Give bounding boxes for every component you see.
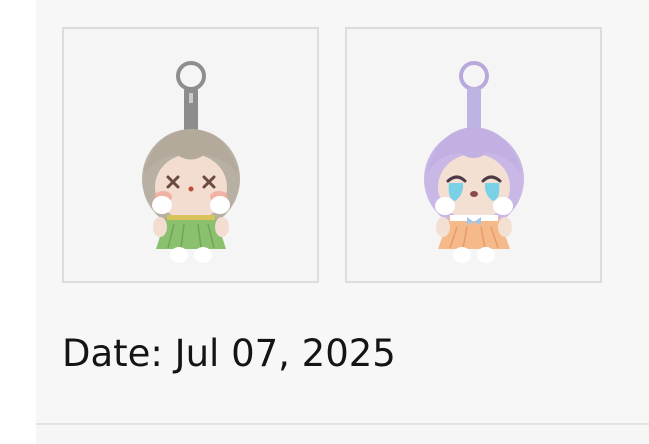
figure-keychain-lavender — [424, 61, 524, 263]
figure-keychain-green — [142, 61, 240, 263]
keyring-icon — [176, 61, 206, 91]
next-section — [36, 425, 649, 444]
keyring-icon — [459, 61, 489, 91]
product-image-2[interactable] — [345, 27, 602, 283]
dress — [156, 215, 226, 249]
date-value: Jul 07, 2025 — [174, 332, 396, 375]
order-date: Date: Jul 07, 2025 — [62, 330, 396, 378]
date-label: Date: — [62, 332, 163, 375]
product-image-1[interactable] — [62, 27, 319, 283]
